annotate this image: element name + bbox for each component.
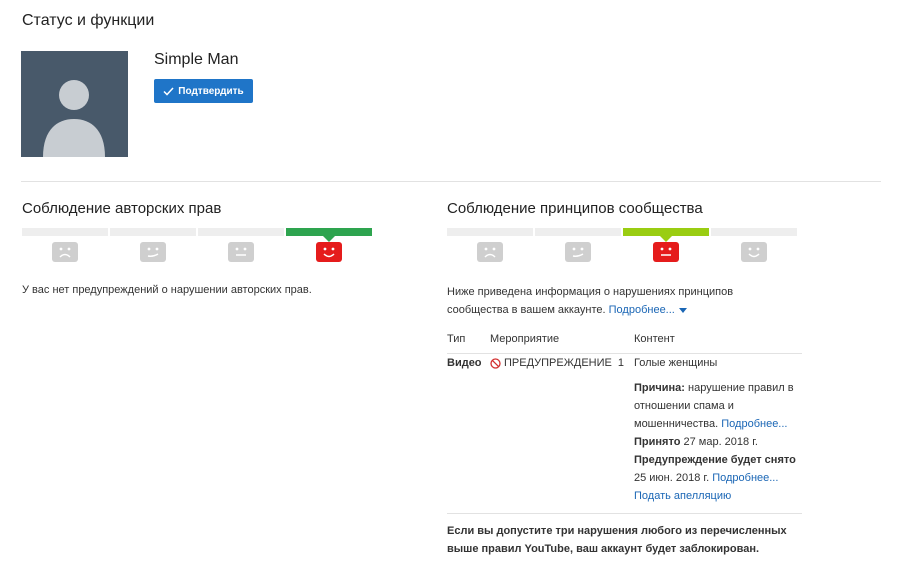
accepted-date: 27 мар. 2018 г. <box>683 436 758 448</box>
warning-count: 1 <box>617 357 624 369</box>
verify-button[interactable]: Подтвердить <box>154 79 253 103</box>
reason-more-link[interactable]: Подробнее... <box>721 418 787 430</box>
prohibited-icon <box>490 357 501 369</box>
community-description: Ниже приведена информация о нарушениях п… <box>447 283 787 319</box>
copyright-strike-meter <box>22 228 374 264</box>
neutral-face-icon <box>565 242 591 262</box>
community-description-line: Ниже приведена информация о нарушениях п… <box>447 286 734 298</box>
page-title: Статус и функции <box>22 12 155 29</box>
meter-level-3-active <box>623 228 709 264</box>
copyright-status-message: У вас нет предупреждений о нарушении авт… <box>22 284 312 296</box>
neutral-face-icon <box>228 242 254 262</box>
community-description-line: сообщества в вашем аккаунте. <box>447 304 606 316</box>
avatar <box>21 51 128 157</box>
table-header-divider <box>447 353 802 354</box>
column-header-action: Мероприятие <box>490 333 560 345</box>
column-header-type: Тип <box>447 333 466 345</box>
content-video-link[interactable]: Голые женщины <box>634 357 717 369</box>
smile-face-icon <box>741 242 767 262</box>
more-info-label: Подробнее... <box>608 304 675 316</box>
avatar-placeholder-icon <box>21 51 128 157</box>
community-strike-meter <box>447 228 799 264</box>
row-type: Видео <box>447 357 482 369</box>
neutral-face-icon <box>140 242 166 262</box>
frown-face-icon <box>52 242 78 262</box>
warning-label: ПРЕДУПРЕЖДЕНИЕ <box>504 357 612 369</box>
meter-level-2 <box>110 228 196 264</box>
meter-level-1 <box>22 228 108 264</box>
caret-down-icon <box>678 307 687 313</box>
smile-face-icon <box>316 242 342 262</box>
strike-details: Причина: нарушение правил в отношении сп… <box>634 379 806 505</box>
meter-level-3 <box>198 228 284 264</box>
column-header-content: Контент <box>634 333 675 345</box>
channel-name: Simple Man <box>154 51 239 68</box>
meter-level-2 <box>535 228 621 264</box>
expires-label: Предупреждение будет снято <box>634 454 796 466</box>
divider <box>21 181 881 182</box>
verify-button-label: Подтвердить <box>178 85 244 97</box>
expires-more-link[interactable]: Подробнее... <box>712 472 778 484</box>
expires-date: 25 июн. 2018 г. <box>634 472 710 484</box>
meter-level-1 <box>447 228 533 264</box>
check-icon <box>163 86 174 96</box>
table-footer-divider <box>447 513 802 514</box>
appeal-link[interactable]: Подать апелляцию <box>634 490 731 502</box>
meter-level-4 <box>711 228 797 264</box>
community-section-title: Соблюдение принципов сообщества <box>447 200 703 217</box>
copyright-section-title: Соблюдение авторских прав <box>22 200 222 217</box>
reason-label: Причина: <box>634 382 685 394</box>
accepted-label: Принято <box>634 436 681 448</box>
meter-level-4-active <box>286 228 372 264</box>
neutral-face-icon <box>653 242 679 262</box>
frown-face-icon <box>477 242 503 262</box>
block-warning-note: Если вы допустите три нарушения любого и… <box>447 525 787 555</box>
more-info-link[interactable]: Подробнее... <box>609 304 687 316</box>
row-action: ПРЕДУПРЕЖДЕНИЕ 1 <box>490 357 624 369</box>
